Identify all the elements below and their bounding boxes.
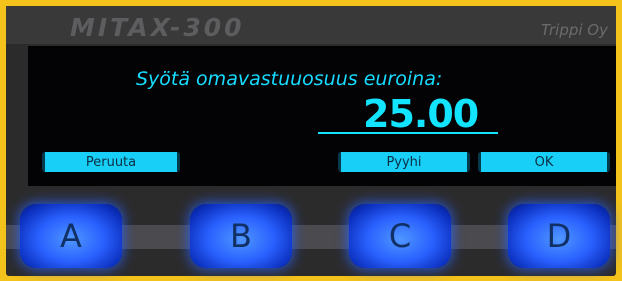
- device-header: MITAX-300 Trippi Oy: [6, 6, 616, 44]
- softkey-ok[interactable]: OK: [478, 152, 610, 172]
- hardware-button-d[interactable]: D: [508, 204, 610, 268]
- hardware-button-a[interactable]: A: [20, 204, 122, 268]
- payment-terminal: MITAX-300 Trippi Oy Syötä omavastuuosuus…: [6, 6, 616, 276]
- device-maker: Trippi Oy: [541, 21, 608, 39]
- amount-value: 25.00: [363, 92, 479, 136]
- amount-underline: [318, 132, 498, 134]
- hardware-button-b[interactable]: B: [190, 204, 292, 268]
- hardware-button-c[interactable]: C: [349, 204, 451, 268]
- prompt-text: Syötä omavastuuosuus euroina:: [136, 68, 443, 90]
- softkey-cancel[interactable]: Peruuta: [42, 152, 180, 172]
- lcd-screen: Syötä omavastuuosuus euroina: 25.00 Peru…: [28, 46, 616, 186]
- softkey-clear[interactable]: Pyyhi: [338, 152, 470, 172]
- device-brand: MITAX-300: [70, 13, 245, 42]
